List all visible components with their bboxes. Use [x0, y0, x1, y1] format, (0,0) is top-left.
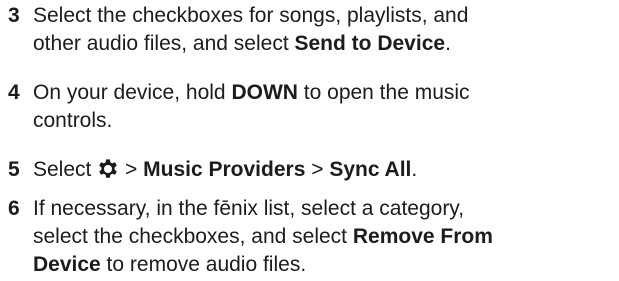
step-line: other audio files, and select Send to De…: [33, 30, 613, 58]
step-text-segment: .: [445, 32, 451, 55]
step-text-segment: >: [305, 158, 330, 181]
step-text-segment: to remove audio files.: [100, 253, 307, 276]
step-text: Select > Music Providers > Sync All.: [33, 156, 613, 184]
step-line: If necessary, in the fēnix list, select …: [33, 197, 465, 220]
ui-term-down: DOWN: [231, 81, 298, 104]
ui-term-music-providers: Music Providers: [143, 158, 306, 181]
step-line: Device to remove audio files.: [33, 251, 613, 279]
step-text-segment: >: [119, 158, 144, 181]
ui-term-device: Device: [33, 253, 101, 276]
step-3: 3 Select the checkboxes for songs, playl…: [8, 2, 613, 58]
step-text-segment: other audio files, and select: [33, 32, 295, 55]
step-text-segment: On your device, hold: [33, 81, 232, 104]
step-line: On your device, hold DOWN to open the mu…: [33, 79, 613, 107]
step-number: 6: [8, 197, 20, 220]
step-line: Select > Music Providers > Sync All.: [33, 156, 613, 184]
step-text: If necessary, in the fēnix list, select …: [33, 195, 613, 279]
ui-term-remove-from: Remove From: [352, 225, 493, 248]
step-text-segment: to open the music: [297, 81, 470, 104]
instruction-steps: 3 Select the checkboxes for songs, playl…: [0, 0, 619, 281]
step-number: 3: [8, 4, 20, 27]
ui-term-send-to-device: Send to Device: [294, 32, 446, 55]
step-text: On your device, hold DOWN to open the mu…: [33, 79, 613, 135]
step-text-segment: .: [411, 158, 418, 181]
step-text-segment: select the checkboxes, and select: [33, 225, 353, 248]
step-number: 4: [8, 81, 20, 104]
step-6: 6 If necessary, in the fēnix list, selec…: [8, 195, 613, 279]
step-number: 5: [8, 158, 20, 181]
gear-icon: [99, 159, 118, 178]
step-line: Select the checkboxes for songs, playlis…: [33, 4, 469, 27]
step-line: controls.: [33, 109, 113, 132]
step-5: 5 Select > Music Providers > Sync All.: [8, 156, 613, 184]
step-text: Select the checkboxes for songs, playlis…: [33, 2, 613, 58]
step-line: select the checkboxes, and select Remove…: [33, 223, 613, 251]
step-text-segment: Select: [33, 158, 98, 181]
ui-term-sync-all: Sync All: [329, 158, 412, 181]
step-4: 4 On your device, hold DOWN to open the …: [8, 79, 613, 135]
